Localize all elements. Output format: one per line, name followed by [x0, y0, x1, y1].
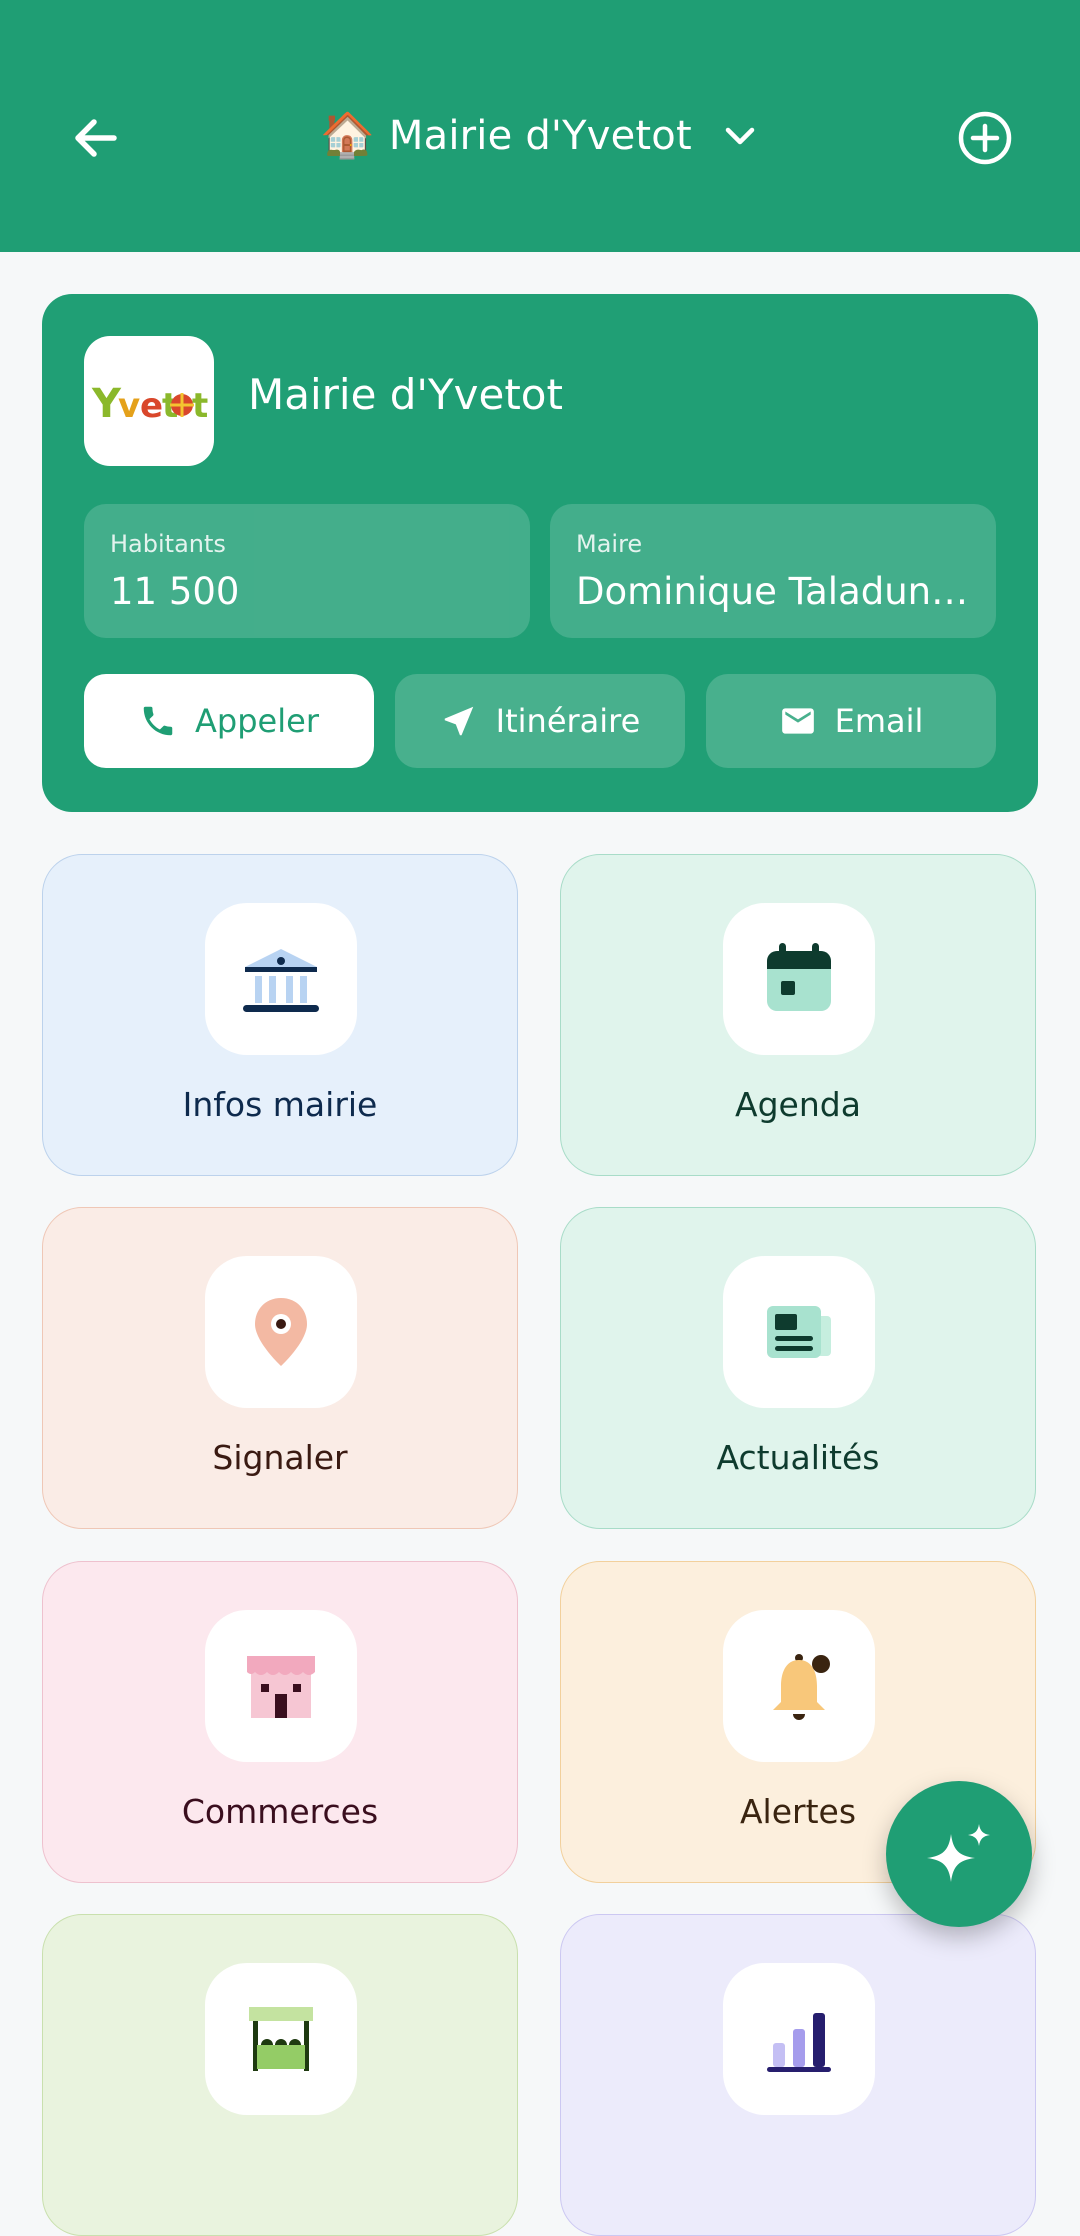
- city-name: Mairie d'Yvetot: [248, 370, 563, 419]
- mail-icon: [781, 708, 814, 734]
- ai-assistant-fab[interactable]: [886, 1781, 1032, 1927]
- tile-label: Commerces: [181, 1792, 379, 1831]
- map-pin-icon: [255, 1298, 307, 1366]
- svg-text:t: t: [192, 386, 208, 426]
- tile-signaler[interactable]: Signaler: [42, 1207, 518, 1529]
- mayor-label: Maire: [576, 530, 643, 558]
- navigation-icon: [444, 706, 473, 736]
- population-label: Habitants: [110, 530, 226, 558]
- tile-statistiques[interactable]: [560, 1914, 1036, 2236]
- house-icon: 🏠: [320, 110, 375, 161]
- city-selector[interactable]: 🏠 Mairie d'Yvetot: [0, 104, 1080, 168]
- app-bar: 🏠 Mairie d'Yvetot: [0, 0, 1080, 252]
- town-hall-icon: [243, 949, 319, 1012]
- bell-icon: [773, 1654, 830, 1720]
- call-button-label: Appeler: [195, 702, 319, 740]
- svg-text:v: v: [118, 386, 140, 426]
- shop-icon: [247, 1656, 315, 1718]
- directions-button-label: Itinéraire: [495, 702, 641, 740]
- sparkles-icon: [927, 1824, 990, 1882]
- bar-chart-icon: [767, 2013, 831, 2072]
- tile-label: Infos mairie: [182, 1085, 378, 1124]
- mayor-stat: Maire Dominique Taladun C...: [550, 504, 996, 638]
- market-stall-icon: [249, 2007, 313, 2071]
- call-button[interactable]: Appeler: [84, 674, 374, 768]
- tile-marche[interactable]: [42, 1914, 518, 2236]
- chevron-down-icon: [725, 127, 755, 145]
- tile-actualites[interactable]: Actualités: [560, 1207, 1036, 1529]
- tile-agenda[interactable]: Agenda: [560, 854, 1036, 1176]
- app-bar-title: Mairie d'Yvetot: [388, 113, 692, 159]
- calendar-icon: [767, 943, 831, 1011]
- email-button-label: Email: [834, 702, 924, 740]
- tile-commerces[interactable]: Commerces: [42, 1561, 518, 1883]
- email-button[interactable]: Email: [706, 674, 996, 768]
- population-stat: Habitants 11 500: [84, 504, 530, 638]
- tile-label: Agenda: [735, 1085, 861, 1124]
- directions-button[interactable]: Itinéraire: [395, 674, 685, 768]
- city-logo: Y v e t t: [84, 336, 214, 466]
- city-header-card: Y v e t t Mairie d'Yvetot Habitants 11 5…: [42, 294, 1038, 812]
- add-circle-icon[interactable]: [957, 110, 1013, 166]
- tile-label: Actualités: [716, 1438, 880, 1477]
- svg-text:e: e: [140, 386, 163, 426]
- mayor-value: Dominique Taladun C...: [576, 570, 976, 613]
- phone-icon: [143, 706, 173, 736]
- tile-label: Signaler: [212, 1438, 348, 1477]
- tile-infos-mairie[interactable]: Infos mairie: [42, 854, 518, 1176]
- population-value: 11 500: [110, 570, 240, 613]
- newspaper-icon: [767, 1306, 831, 1358]
